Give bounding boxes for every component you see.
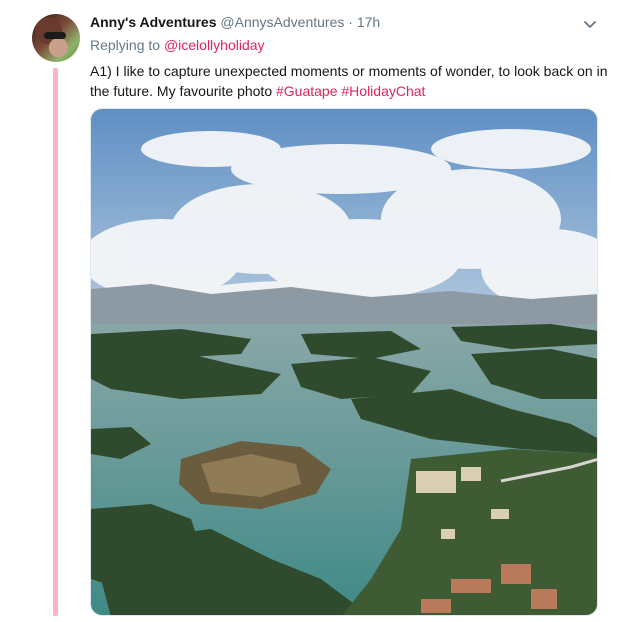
author-name[interactable]: Anny's Adventures xyxy=(90,14,217,30)
reply-prefix: Replying to xyxy=(90,37,161,53)
author-handle[interactable]: @AnnysAdventures xyxy=(220,14,344,30)
tweet-header: Anny's Adventures @AnnysAdventures · 17h xyxy=(90,14,380,30)
hashtag-holidaychat[interactable]: #HolidayChat xyxy=(341,83,425,99)
timestamp[interactable]: 17h xyxy=(357,14,380,30)
reply-context: Replying to @icelollyholiday xyxy=(90,37,265,53)
tweet: Anny's Adventures @AnnysAdventures · 17h… xyxy=(0,0,626,622)
tweet-photo[interactable] xyxy=(90,108,598,616)
separator: · xyxy=(348,14,353,30)
thread-line xyxy=(53,68,58,616)
tweet-text: A1) I like to capture unexpected moments… xyxy=(90,61,610,101)
avatar[interactable] xyxy=(32,14,80,62)
chevron-down-icon[interactable] xyxy=(582,16,598,32)
hashtag-guatape[interactable]: #Guatape xyxy=(276,83,338,99)
avatar-glasses xyxy=(44,32,66,39)
reply-to-link[interactable]: @icelollyholiday xyxy=(164,37,265,53)
